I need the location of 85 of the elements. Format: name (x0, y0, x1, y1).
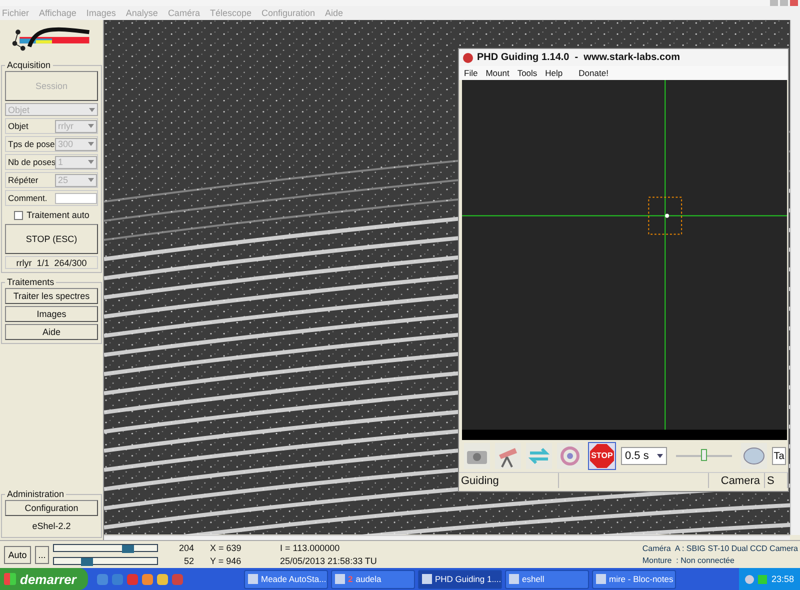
taskbar-button[interactable]: PHD Guiding 1.... (418, 570, 502, 588)
menu-item[interactable]: File (464, 68, 478, 78)
loop-icon[interactable] (526, 443, 552, 469)
vertical-scrollbar[interactable] (790, 20, 800, 534)
slider-value: 204 (178, 543, 194, 553)
dropdown-arrow-icon (88, 160, 94, 164)
menu-item[interactable]: Help (545, 68, 563, 78)
configuration-button[interactable]: Configuration (5, 500, 98, 516)
more-button[interactable]: ... (35, 546, 49, 564)
taskbar-button[interactable]: mire - Bloc-notes (592, 570, 676, 588)
dropdown-arrow-icon (88, 142, 94, 146)
app-icon (596, 574, 606, 584)
menu-item[interactable]: Tools (517, 68, 538, 78)
maximize-icon[interactable] (780, 0, 788, 6)
horizontal-scrollbar[interactable] (104, 534, 790, 540)
exposure-dropdown[interactable]: 0.5 s (621, 447, 667, 465)
menu-item[interactable]: Images (86, 8, 116, 18)
status-text: Guiding (459, 473, 559, 488)
comment-field[interactable] (55, 192, 97, 204)
info-text: 25/05/2013 21:58:33 TU (279, 556, 378, 566)
status-text: Camera (709, 473, 765, 488)
progress-text: rrlyr 1/1 264/300 (5, 256, 98, 269)
mount-status: Monture : Non connectée (642, 556, 736, 565)
slider-value: 52 (182, 556, 194, 566)
taskbar-button[interactable]: eshell (505, 570, 589, 588)
launcher-icon[interactable] (157, 574, 168, 584)
dropdown-arrow-icon (88, 178, 94, 182)
coordinate-text: Y = 946 (209, 556, 242, 566)
menu-item[interactable]: Mount (486, 68, 510, 78)
app-icon (509, 574, 519, 584)
clock: 23:58 (771, 574, 794, 584)
app-icon (422, 574, 432, 584)
launcher-icon[interactable] (97, 574, 108, 584)
field-label: Tps de pose (7, 139, 54, 149)
field-label: Répéter (7, 175, 40, 185)
version-text: eShel-2.2 (31, 520, 72, 533)
stop-button[interactable]: STOP (ESC) (5, 224, 98, 254)
checkbox[interactable] (14, 210, 23, 220)
group-title: Acquisition (6, 60, 52, 70)
field-label: Comment. (7, 193, 48, 203)
minimize-icon[interactable] (770, 0, 778, 6)
info-text: I = 113.000000 (279, 543, 341, 553)
group-title: Administration (6, 489, 66, 499)
auto-button[interactable]: Auto (4, 546, 31, 564)
dropdown-arrow-icon (88, 124, 94, 128)
app-icon (248, 574, 258, 584)
dropdown-arrow-icon (89, 108, 95, 112)
windows-logo-icon (4, 573, 16, 585)
camera-status: Caméra A : SBIG ST-10 Dual CCD Camera (642, 544, 798, 553)
slider-thumb[interactable] (701, 449, 708, 461)
close-icon[interactable] (790, 0, 798, 6)
slider-thumb[interactable] (81, 558, 94, 566)
menu-item[interactable]: Analyse (126, 8, 158, 18)
menu-item[interactable]: Caméra (168, 8, 200, 18)
field-label: Nb de poses (7, 157, 54, 167)
panel-button[interactable]: Images (5, 306, 98, 322)
panel-button[interactable]: Traiter les spectres (5, 288, 98, 304)
dropdown-arrow-icon (657, 454, 663, 458)
status-text: S (765, 473, 788, 488)
stop-button[interactable]: STOP (588, 442, 616, 470)
launcher-icon[interactable] (112, 574, 123, 584)
signal-icon[interactable] (758, 574, 768, 584)
app-icon (335, 574, 345, 584)
window-title: PHD Guiding 1.14.0 - www.stark-labs.com (477, 52, 680, 63)
menu-item[interactable]: Affichage (39, 8, 76, 18)
coordinate-text: X = 639 (209, 543, 242, 553)
field-label: Objet (7, 121, 30, 131)
menu-item[interactable]: Donate! (578, 68, 608, 78)
launcher-icon[interactable] (142, 574, 153, 584)
taskbar-button[interactable]: 2 audela (331, 570, 415, 588)
network-icon[interactable] (745, 574, 754, 584)
taskbar-button[interactable]: Meade AutoSta... (244, 570, 328, 588)
menu-item[interactable]: Fichier (2, 8, 30, 18)
start-button[interactable]: demarrer (0, 568, 88, 590)
camera-icon[interactable] (464, 443, 490, 469)
panel-button[interactable]: Aide (5, 324, 98, 340)
group-title: Traitements (6, 277, 56, 287)
menu-item[interactable]: Configuration (261, 8, 316, 18)
telescope-icon[interactable] (495, 443, 521, 469)
toolbar-button[interactable]: Ta (772, 447, 786, 465)
menu-item[interactable]: Télescope (210, 8, 252, 18)
menu-item[interactable]: Aide (325, 8, 344, 18)
checkbox-label: Traitement auto (26, 210, 90, 220)
app-icon (463, 52, 473, 62)
slider-thumb[interactable] (122, 545, 134, 553)
